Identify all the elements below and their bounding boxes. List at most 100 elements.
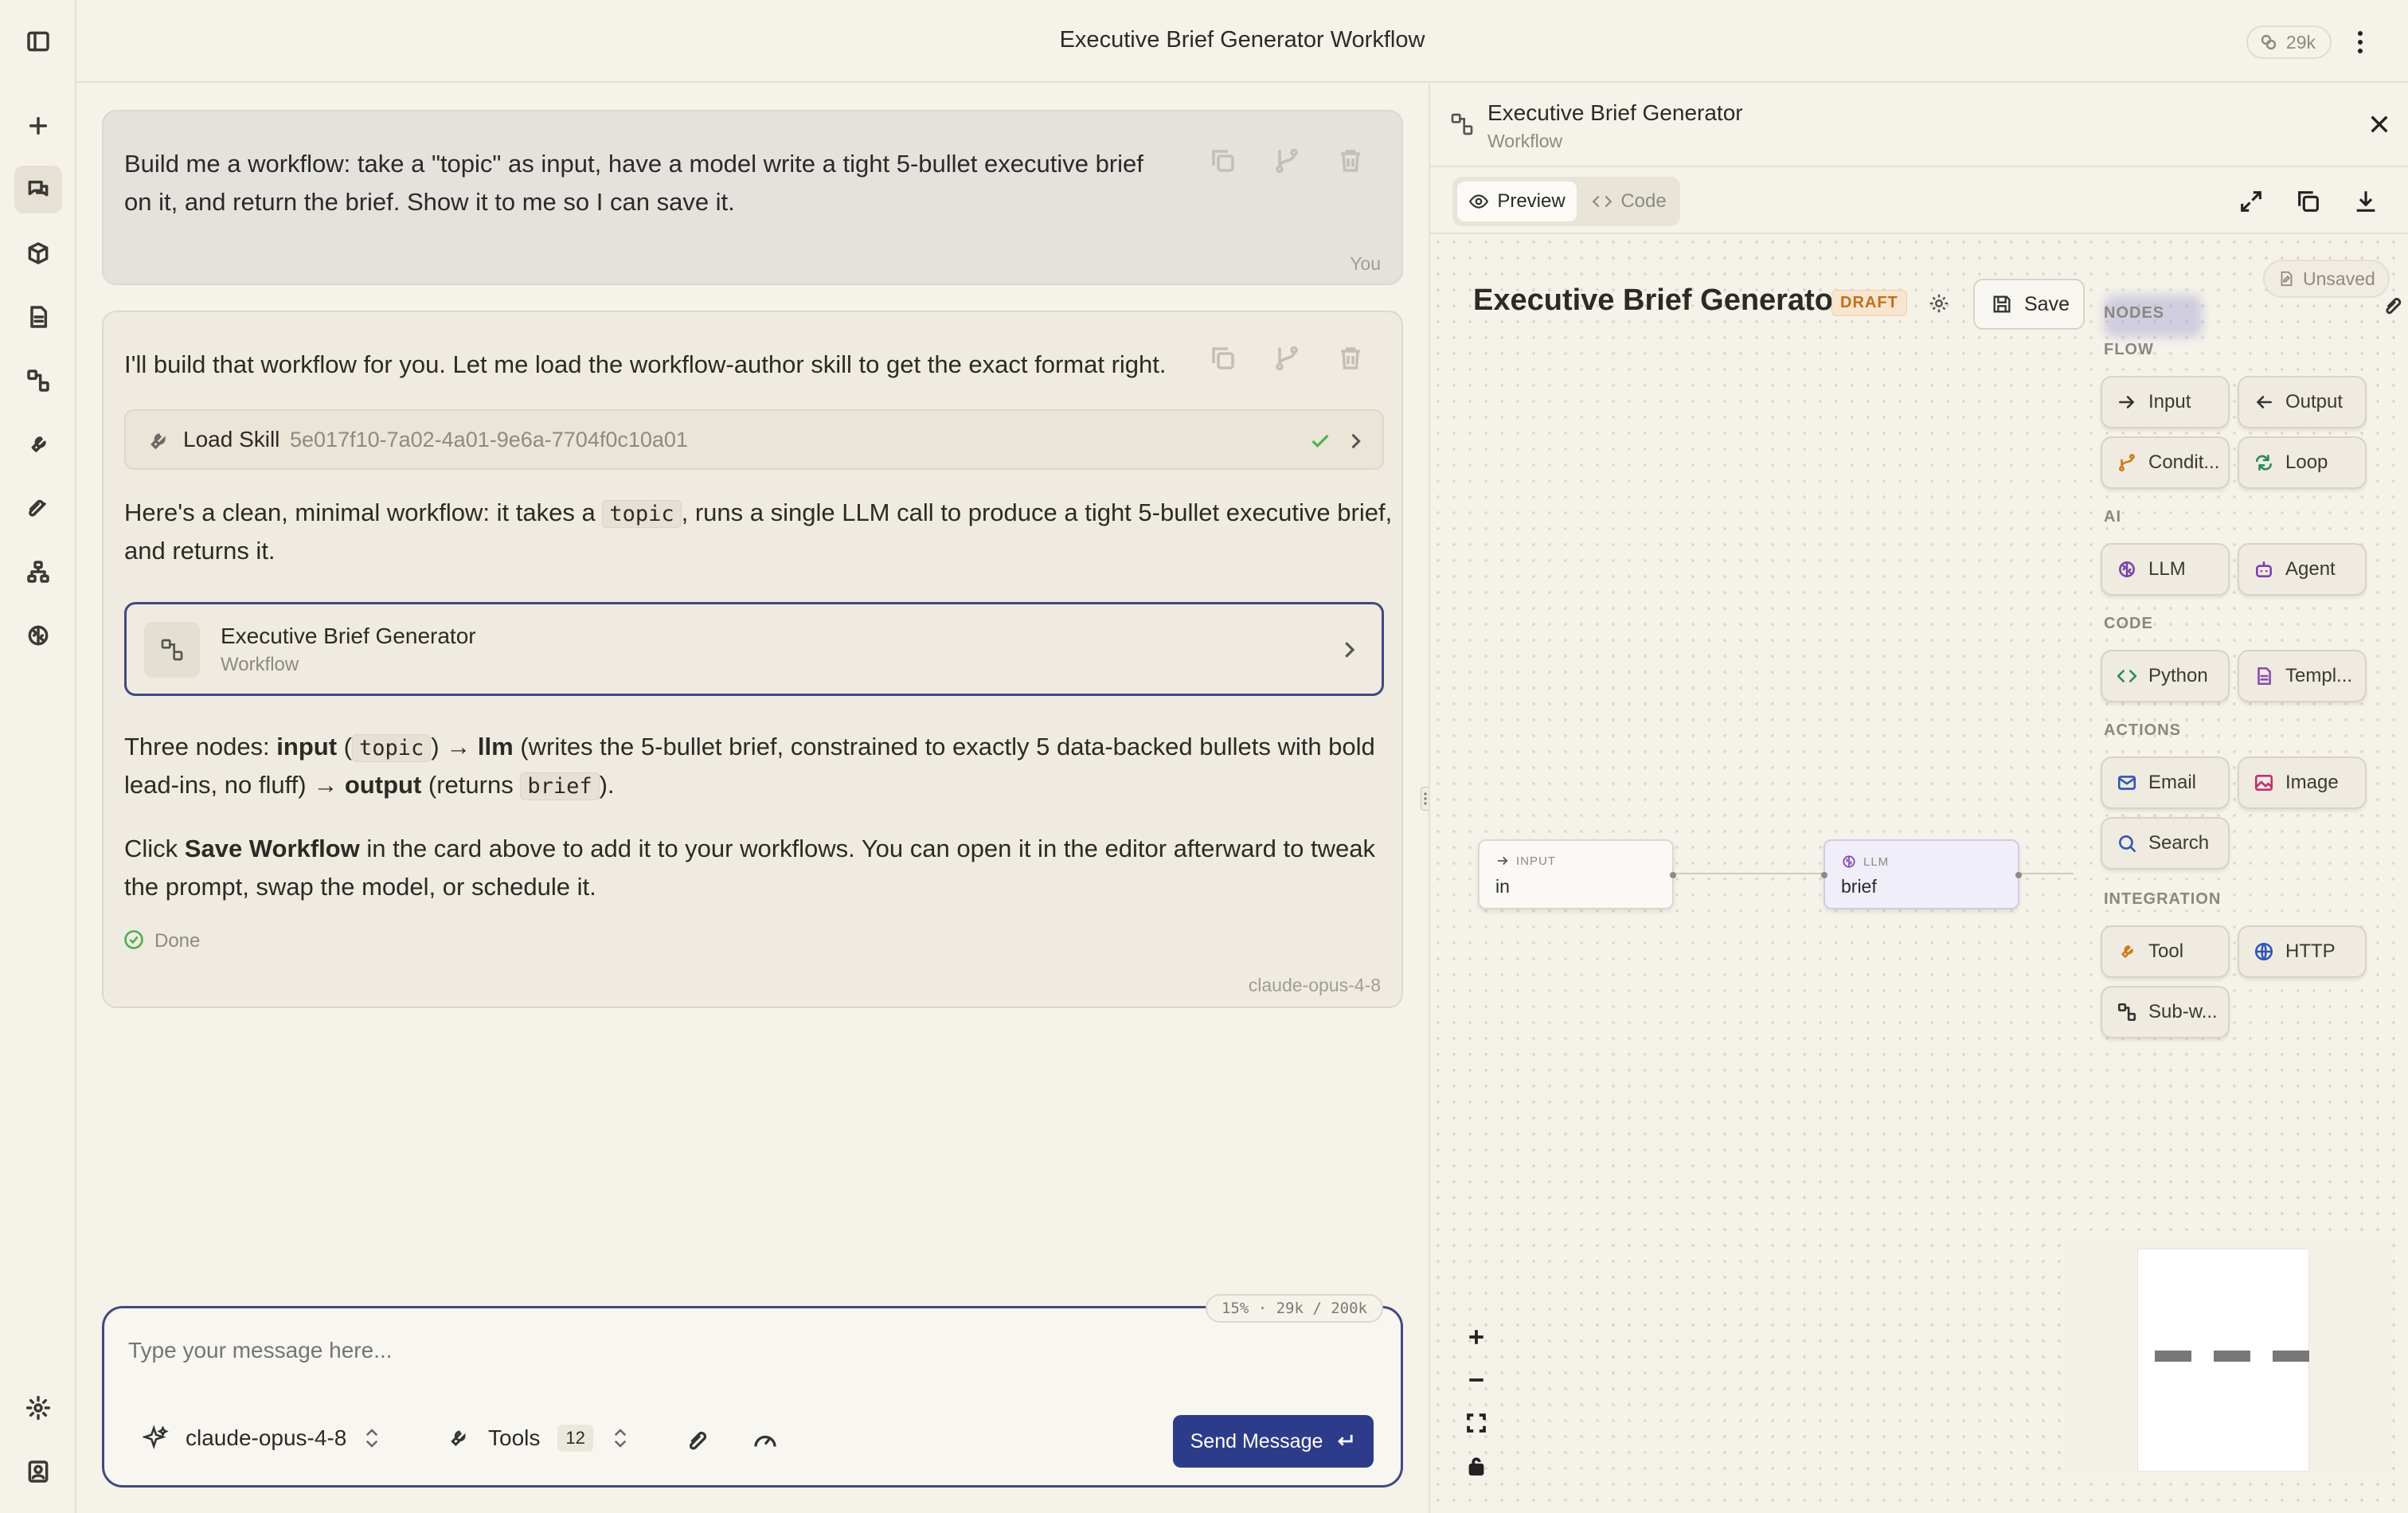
brain-icon[interactable] <box>14 612 62 659</box>
tool-call-load-skill[interactable]: Load Skill 5e017f10-7a02-4a01-9e6a-7704f… <box>124 409 1384 470</box>
input-port[interactable] <box>1821 872 1828 878</box>
save-icon <box>1993 295 2011 313</box>
documents-icon[interactable] <box>14 293 62 341</box>
section-integration: INTEGRATION <box>2104 890 2222 908</box>
top-bar: Executive Brief Generator Workflow 29k <box>76 0 2408 83</box>
branch-icon[interactable] <box>1272 344 1301 373</box>
updown-chevron-icon <box>366 1429 378 1448</box>
assistant-intro: I'll build that workflow for you. Let me… <box>124 350 1167 378</box>
palette-search[interactable]: Search <box>2101 817 2230 870</box>
message-composer: 15% · 29k / 200k claude-opus-4-8 Tools 1… <box>102 1294 1403 1488</box>
settings-gear-icon[interactable] <box>1927 291 1951 315</box>
nodes-paragraph-cont: lead-ins, no fluff) → output (returns br… <box>124 771 615 800</box>
zoom-in-icon[interactable] <box>1454 1316 1499 1359</box>
org-chart-icon[interactable] <box>14 548 62 596</box>
delete-icon[interactable] <box>1336 147 1365 175</box>
branch-icon <box>2119 453 2135 472</box>
model-selector[interactable]: claude-opus-4-8 <box>143 1425 381 1452</box>
account-icon[interactable] <box>14 1448 62 1495</box>
palette-condition[interactable]: Condit... <box>2101 436 2230 489</box>
zoom-out-icon[interactable] <box>1454 1359 1499 1402</box>
attach-icon[interactable] <box>686 1426 714 1455</box>
copy-icon[interactable] <box>2295 188 2322 215</box>
output-port[interactable] <box>1670 872 1676 878</box>
message-input[interactable] <box>128 1331 1370 1370</box>
bot-icon <box>2256 561 2272 577</box>
user-message-line-2: on it, and return the brief. Show it to … <box>124 188 735 216</box>
check-icon <box>1312 434 1329 448</box>
section-ai: AI <box>2104 508 2121 526</box>
settings-gear-icon[interactable] <box>14 1384 62 1432</box>
palette-image[interactable]: Image <box>2238 756 2367 809</box>
output-port[interactable] <box>2015 872 2022 878</box>
palette-subworkflow[interactable]: Sub-w... <box>2101 986 2230 1038</box>
sidebar-toggle-icon[interactable] <box>14 18 62 65</box>
search-icon <box>2119 835 2136 853</box>
palette-loop[interactable]: Loop <box>2238 436 2367 489</box>
token-count: 29k <box>2285 31 2316 53</box>
attachments-icon[interactable] <box>14 484 62 532</box>
send-message-button[interactable]: Send Message <box>1173 1415 1374 1468</box>
minimap[interactable] <box>2066 1241 2392 1472</box>
edge-in-to-llm <box>1667 873 1827 874</box>
sender-label: You <box>1350 253 1381 274</box>
workflow-artifact-card[interactable]: Executive Brief Generator Workflow <box>124 602 1384 696</box>
model-label: claude-opus-4-8 <box>1248 975 1381 995</box>
eye-icon <box>1469 194 1489 209</box>
user-message-line-1: Build me a workflow: take a "topic" as i… <box>124 150 1143 178</box>
tab-code[interactable]: Code <box>1583 182 1675 221</box>
tab-preview[interactable]: Preview <box>1457 182 1577 221</box>
new-chat-icon[interactable] <box>14 102 62 150</box>
token-usage-badge[interactable]: 29k <box>2246 25 2332 59</box>
image-icon <box>2254 775 2273 791</box>
lock-icon[interactable] <box>1454 1445 1499 1488</box>
palette-output[interactable]: Output <box>2238 376 2367 428</box>
globe-icon <box>2254 942 2273 961</box>
expand-icon[interactable] <box>2238 188 2265 215</box>
chevron-right-icon <box>1351 433 1361 449</box>
graph-node-input[interactable]: INPUT in <box>1478 839 1676 909</box>
save-button[interactable]: Save <box>1973 279 2085 330</box>
palette-agent[interactable]: Agent <box>2238 543 2367 596</box>
save-paragraph: Click Save Workflow in the card above to… <box>124 835 1375 862</box>
palette-python[interactable]: Python <box>2101 650 2230 702</box>
copy-icon[interactable] <box>1209 147 1237 175</box>
node-kind: INPUT <box>1495 854 1556 868</box>
palette-tool[interactable]: Tool <box>2101 925 2230 978</box>
more-options-icon[interactable] <box>2344 25 2376 59</box>
chats-icon[interactable] <box>14 166 62 213</box>
code-icon <box>1592 195 1612 208</box>
close-icon[interactable] <box>2367 111 2392 137</box>
context-usage-pill: 15% · 29k / 200k <box>1205 1294 1383 1323</box>
section-actions: ACTIONS <box>2104 721 2181 739</box>
tools-icon[interactable] <box>14 420 62 468</box>
palette-email[interactable]: Email <box>2101 756 2230 809</box>
gauge-icon[interactable] <box>751 1426 780 1455</box>
model-name: claude-opus-4-8 <box>186 1425 347 1450</box>
graph-node-llm[interactable]: LLM brief <box>1821 839 2022 909</box>
view-tabs: Preview Code <box>1452 177 1680 226</box>
packages-icon[interactable] <box>14 229 62 277</box>
minimap-node <box>2214 1351 2250 1362</box>
palette-input[interactable]: Input <box>2101 376 2230 428</box>
minimap-node <box>2273 1351 2309 1362</box>
done-check-icon <box>124 930 143 949</box>
arrow-right-icon <box>2119 396 2134 409</box>
download-icon[interactable] <box>2352 188 2379 215</box>
delete-icon[interactable] <box>1336 344 1365 373</box>
palette-http[interactable]: HTTP <box>2238 925 2367 978</box>
code-icon <box>2117 670 2137 682</box>
palette-template[interactable]: Templ... <box>2238 650 2367 702</box>
section-flow: FLOW <box>2104 341 2154 358</box>
palette-llm[interactable]: LLM <box>2101 543 2230 596</box>
workflow-canvas[interactable]: Executive Brief Generator DRAFT Save Uns… <box>1430 234 2408 1513</box>
arrow-right-icon <box>1498 856 1508 866</box>
card-subtitle: Workflow <box>221 654 299 675</box>
branch-icon[interactable] <box>1272 147 1301 175</box>
zoom-controls <box>1452 1316 1500 1499</box>
copy-icon[interactable] <box>1209 344 1237 373</box>
fit-view-icon[interactable] <box>1454 1402 1499 1445</box>
send-label: Send Message <box>1190 1429 1323 1452</box>
tools-selector[interactable]: Tools 12 <box>445 1425 630 1452</box>
workflows-icon[interactable] <box>14 357 62 405</box>
